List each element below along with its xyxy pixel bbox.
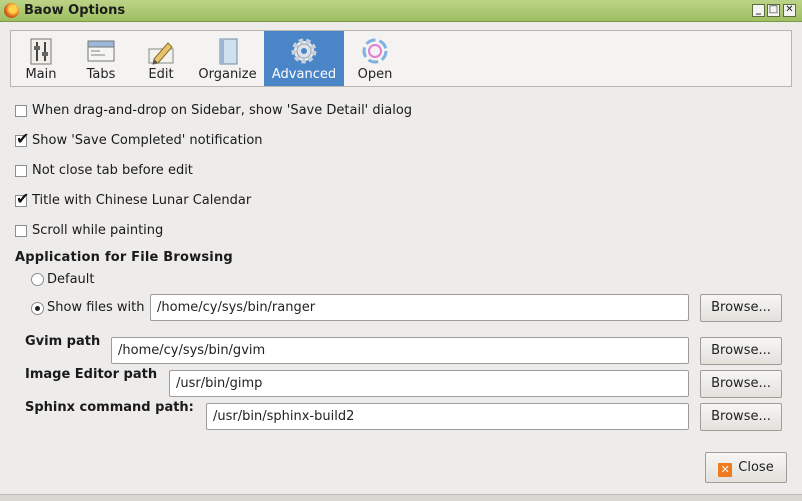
tab-advanced-label: Advanced xyxy=(271,67,337,82)
browse-image-editor-button[interactable]: Browse... xyxy=(700,370,782,398)
tab-open-label: Open xyxy=(357,67,393,82)
image-editor-path-input[interactable]: /usr/bin/gimp xyxy=(169,370,689,397)
sphinx-path-label: Sphinx command path: xyxy=(25,400,194,415)
browse-file-browser-button[interactable]: Browse... xyxy=(700,294,782,322)
tab-tabs-label: Tabs xyxy=(86,67,116,82)
close-button-label: Close xyxy=(738,460,774,475)
radio-selected-dot xyxy=(35,306,40,311)
tabs-window-icon xyxy=(87,40,115,62)
tab-edit-label: Edit xyxy=(148,67,174,82)
radio-default-label: Default xyxy=(47,272,95,287)
gvim-path-input[interactable]: /home/cy/sys/bin/gvim xyxy=(111,337,689,364)
browse-sphinx-button[interactable]: Browse... xyxy=(700,403,782,431)
checkmark-icon: ✔ xyxy=(16,189,30,208)
close-button[interactable]: ✕ Close xyxy=(705,452,787,483)
checkbox[interactable] xyxy=(15,165,27,177)
tab-advanced[interactable]: Advanced xyxy=(264,31,344,86)
option-label: Show 'Save Completed' notification xyxy=(32,133,263,148)
checkbox[interactable]: ✔ xyxy=(15,191,29,207)
tab-main[interactable]: Main xyxy=(11,31,71,86)
file-browser-path-input[interactable]: /home/cy/sys/bin/ranger xyxy=(150,294,689,321)
tab-organize[interactable]: Organize xyxy=(191,31,264,86)
checkmark-icon: ✔ xyxy=(16,129,30,148)
ring-open-icon xyxy=(362,38,388,64)
pencil-edit-icon xyxy=(148,42,174,65)
minimize-button[interactable]: _ xyxy=(752,4,765,17)
sliders-icon xyxy=(30,38,52,65)
maximize-button[interactable]: □ xyxy=(767,4,780,17)
title-bar[interactable]: Baow Options _ □ ✕ xyxy=(0,0,802,22)
options-window: Baow Options _ □ ✕ Main Tabs Edit Organi… xyxy=(0,0,802,501)
radio-show-files-with[interactable] xyxy=(31,302,44,315)
book-icon xyxy=(219,38,237,65)
close-window-button[interactable]: ✕ xyxy=(783,4,796,17)
option-label: When drag-and-drop on Sidebar, show 'Sav… xyxy=(32,103,413,118)
gvim-path-label: Gvim path xyxy=(25,334,101,349)
image-editor-path-label: Image Editor path xyxy=(25,367,158,382)
tab-edit[interactable]: Edit xyxy=(131,31,191,86)
checkbox[interactable] xyxy=(15,225,27,237)
radio-show-files-label: Show files with xyxy=(47,300,145,315)
firefox-app-icon xyxy=(4,3,19,18)
tab-open[interactable]: Open xyxy=(344,31,406,86)
gear-icon xyxy=(291,38,317,64)
file-browsing-section-title: Application for File Browsing xyxy=(15,250,233,265)
browse-gvim-button[interactable]: Browse... xyxy=(700,337,782,365)
option-label: Scroll while painting xyxy=(32,223,164,238)
tab-tabs[interactable]: Tabs xyxy=(71,31,131,86)
window-title: Baow Options xyxy=(24,3,126,18)
radio-default[interactable] xyxy=(31,273,44,286)
checkbox[interactable]: ✔ xyxy=(15,131,29,147)
option-label: Title with Chinese Lunar Calendar xyxy=(32,193,252,208)
option-label: Not close tab before edit xyxy=(32,163,193,178)
tab-organize-label: Organize xyxy=(198,67,257,82)
sphinx-path-input[interactable]: /usr/bin/sphinx-build2 xyxy=(206,403,689,430)
checkbox[interactable] xyxy=(15,105,27,117)
tab-main-label: Main xyxy=(25,67,57,82)
preferences-toolbar: Main Tabs Edit Organize Advanced Open xyxy=(10,30,792,87)
close-icon: ✕ xyxy=(718,463,733,477)
